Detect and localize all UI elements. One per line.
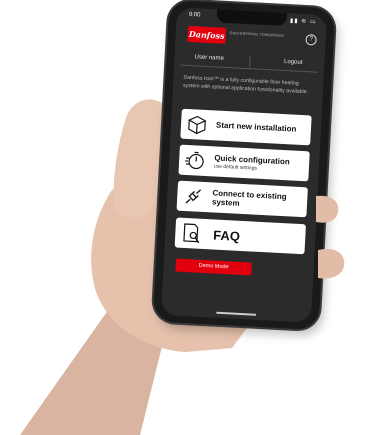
- card-subtitle: use default settings: [213, 163, 258, 172]
- start-new-installation-button[interactable]: Start new installation: [180, 108, 312, 146]
- card-title: Start new installation: [215, 120, 297, 134]
- phone-notch: [216, 9, 288, 27]
- app-header: Danfoss ENGINEERING TOMORROW ?: [175, 23, 326, 53]
- faq-button[interactable]: FAQ: [174, 217, 306, 255]
- stopwatch-icon: [185, 151, 204, 170]
- demo-mode-button[interactable]: Demo Mode: [175, 258, 252, 276]
- status-time: 9:00: [188, 11, 201, 19]
- app-screen: 9:00 ▮▮ ≋ ▭ Danfoss ENGINEERING TOMORROW…: [161, 7, 327, 323]
- brand-tagline: ENGINEERING TOMORROW: [229, 31, 285, 38]
- document-search-icon: [183, 223, 200, 244]
- account-tabs: User name Logout: [180, 51, 319, 73]
- signal-battery-icon: ▮▮ ≋ ▭: [289, 18, 317, 26]
- phone-device: 9:00 ▮▮ ≋ ▭ Danfoss ENGINEERING TOMORROW…: [152, 0, 336, 331]
- box-icon: [187, 115, 207, 135]
- tab-logout[interactable]: Logout: [284, 59, 303, 66]
- card-title: FAQ: [212, 227, 241, 244]
- help-button[interactable]: ?: [305, 34, 317, 46]
- card-title: Connect to existing system: [211, 188, 287, 208]
- danfoss-logo: Danfoss: [187, 25, 227, 44]
- tab-user-name[interactable]: User name: [194, 54, 224, 62]
- intro-description: Danfoss Icon™ is a fully configurable fl…: [182, 74, 309, 96]
- home-indicator: [216, 311, 257, 316]
- plug-connector-icon: [185, 189, 202, 204]
- tab-divider: [249, 55, 251, 68]
- connect-existing-system-button[interactable]: Connect to existing system: [176, 180, 308, 218]
- quick-configuration-button[interactable]: Quick configuration use default settings: [178, 144, 310, 182]
